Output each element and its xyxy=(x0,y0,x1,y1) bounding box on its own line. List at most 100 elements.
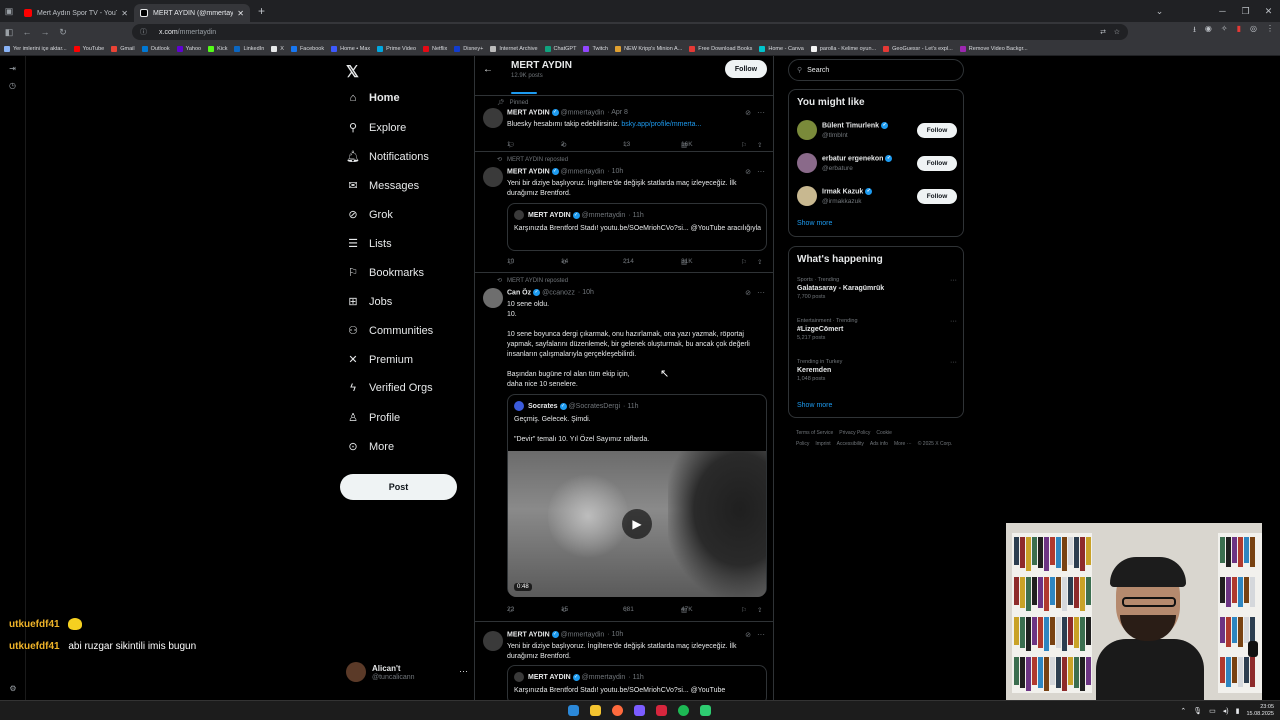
nav-item-lists[interactable]: ☰ Lists xyxy=(346,237,392,251)
more-dots-icon[interactable]: ··· xyxy=(459,666,468,676)
extension-icon[interactable]: ▮ xyxy=(1237,24,1241,38)
account-switcher[interactable]: Alican't @tuncalicann ··· xyxy=(346,662,468,682)
network-icon[interactable]: ▭ xyxy=(1209,707,1216,715)
app-icon[interactable] xyxy=(700,705,711,716)
grok-icon[interactable]: ⊘ xyxy=(745,289,751,297)
bookmark-item[interactable]: GeoGuessr - Let's expl... xyxy=(883,45,953,52)
follow-button[interactable]: Follow xyxy=(917,156,957,171)
bookmark-star-icon[interactable]: ☆ xyxy=(1114,28,1120,36)
more-dots-icon[interactable]: ··· xyxy=(757,630,765,639)
avatar[interactable] xyxy=(483,108,503,128)
nav-item-jobs[interactable]: ⊞ Jobs xyxy=(346,295,392,309)
show-more-link[interactable]: Show more xyxy=(797,220,832,227)
bookmark-item[interactable]: Disney+ xyxy=(454,45,483,52)
app-icon[interactable] xyxy=(656,705,667,716)
bookmark-item[interactable]: Gmail xyxy=(111,45,135,52)
quoted-tweet[interactable]: MERT AYDIN ✓ @mmertaydin · 11h Karşınızda Br… xyxy=(507,203,767,251)
author-handle[interactable]: @ccanozz xyxy=(542,289,575,296)
extensions-icon[interactable]: ✧ xyxy=(1221,24,1228,38)
sidebar-expand-icon[interactable]: ⇥ xyxy=(0,64,25,73)
new-tab-button[interactable]: + xyxy=(258,4,265,18)
bookmark-item[interactable]: NEW Kripp's Minion A... xyxy=(615,45,682,52)
translate-icon[interactable]: ⇄ xyxy=(1100,28,1106,36)
author-handle[interactable]: @mmertaydin xyxy=(561,168,605,175)
show-more-link[interactable]: Show more xyxy=(797,402,832,409)
chevron-up-icon[interactable]: ⌃ xyxy=(1180,707,1186,715)
clock[interactable]: 23:05 15.08.2025 xyxy=(1246,704,1274,718)
bookmark-item[interactable]: Remove Video Backgr... xyxy=(959,45,1028,52)
site-info-icon[interactable]: ⓘ xyxy=(140,27,147,37)
author-name[interactable]: MERT AYDIN xyxy=(507,631,550,638)
nav-item-verified-orgs[interactable]: ϟ Verified Orgs xyxy=(346,382,433,394)
menu-icon[interactable]: ⋮ xyxy=(1266,24,1274,38)
bookmark-item[interactable]: Netflix xyxy=(423,45,447,52)
bookmark-item[interactable]: Internet Archive xyxy=(490,45,538,52)
nav-item-bookmarks[interactable]: ⚐ Bookmarks xyxy=(346,266,424,280)
nav-item-explore[interactable]: ⚲ Explore xyxy=(346,121,406,135)
more-dots-icon[interactable]: ··· xyxy=(950,359,957,366)
nav-item-grok[interactable]: ⊘ Grok xyxy=(346,208,392,222)
download-icon[interactable]: ⭳ xyxy=(1193,24,1196,38)
author-name[interactable]: MERT AYDIN xyxy=(507,168,550,175)
footer-link[interactable]: Accessibility xyxy=(837,441,864,447)
follow-button[interactable]: Follow xyxy=(917,189,957,204)
nav-item-more[interactable]: ⊙ More xyxy=(346,440,394,454)
video-player[interactable]: ▶ 0:48 xyxy=(508,451,766,597)
back-arrow-icon[interactable]: ← xyxy=(483,64,493,75)
more-dots-icon[interactable]: ··· xyxy=(757,108,765,117)
x-logo-icon[interactable]: 𝕏 xyxy=(346,62,359,82)
tab-actions-icon[interactable]: ▣ xyxy=(0,6,18,17)
bookmark-item[interactable]: Outlook xyxy=(141,45,170,52)
author-name[interactable]: Can Öz xyxy=(507,289,531,296)
footer-link[interactable]: Imprint xyxy=(815,441,830,447)
bookmark-icon[interactable]: ⚐ xyxy=(741,606,747,614)
nav-item-notifications[interactable]: 🔔︎ Notifications xyxy=(346,150,429,164)
more-dots-icon[interactable]: ··· xyxy=(757,288,765,297)
nav-item-profile[interactable]: ♙ Profile xyxy=(346,411,400,425)
vpn-icon[interactable]: ◉ xyxy=(1205,24,1212,38)
follow-button[interactable]: Follow xyxy=(725,60,767,78)
mic-icon[interactable]: 🎙︎ xyxy=(1193,707,1202,715)
tab-youtube[interactable]: Mert Aydın Spor TV - YouTube ✕ xyxy=(18,4,134,22)
bookmark-item[interactable]: YouTube xyxy=(73,45,104,52)
avatar[interactable] xyxy=(483,288,503,308)
more-dots-icon[interactable]: ··· xyxy=(757,167,765,176)
reload-icon[interactable]: ↻ xyxy=(54,27,72,38)
settings-gear-icon[interactable]: ⚙ xyxy=(0,684,26,693)
quoted-tweet[interactable]: Socrates ✓ @SocratesDergi · 11h Geçmiş. Gele… xyxy=(507,394,767,597)
maximize-icon[interactable]: ❐ xyxy=(1234,6,1257,17)
bookmark-item[interactable]: Home - Canva xyxy=(759,45,804,52)
search-input[interactable]: ⚲ Search xyxy=(788,59,964,81)
history-icon[interactable]: ◷ xyxy=(0,81,25,90)
bookmark-icon[interactable]: ⚐ xyxy=(741,258,747,266)
file-explorer-icon[interactable] xyxy=(590,705,601,716)
share-icon[interactable]: ⇪ xyxy=(757,606,762,614)
suggested-user[interactable]: Bülent Timurlenk ✓ @tlmblnt Follow xyxy=(797,120,957,142)
bookmark-icon[interactable]: ⚐ xyxy=(741,141,747,149)
close-window-icon[interactable]: ✕ xyxy=(1257,6,1280,17)
bookmark-item[interactable]: Yahoo xyxy=(176,45,201,52)
close-tab-icon[interactable]: ✕ xyxy=(121,9,128,18)
follow-button[interactable]: Follow xyxy=(917,123,957,138)
tab-search-icon[interactable]: ⌄ xyxy=(1148,6,1171,17)
tweet-time[interactable]: · 10h xyxy=(607,168,623,175)
bookmark-item[interactable]: Free Download Books xyxy=(689,45,752,52)
sidebar-toggle-icon[interactable]: ◧ xyxy=(0,27,18,38)
profile-icon[interactable]: ◎ xyxy=(1250,24,1257,38)
more-dots-icon[interactable]: ··· xyxy=(950,277,957,284)
brave-browser-icon[interactable] xyxy=(612,705,623,716)
bookmark-item[interactable]: Kick xyxy=(208,45,227,52)
nav-item-communities[interactable]: ⚇ Communities xyxy=(346,324,433,338)
suggested-user[interactable]: erbatur ergenekon ✓ @erbature Follow xyxy=(797,153,957,175)
tweet-link[interactable]: bsky.app/profile/mmerta... xyxy=(621,121,701,128)
trend-item[interactable]: Trending in Turkey Keremden 1,048 posts ··· xyxy=(797,359,957,382)
tweet-time[interactable]: · 10h xyxy=(607,631,623,638)
nav-item-premium[interactable]: ✕ Premium xyxy=(346,353,413,367)
author-handle[interactable]: @mmertaydin xyxy=(561,109,605,116)
spotify-icon[interactable] xyxy=(678,705,689,716)
tweet[interactable]: ⟲ MERT AYDIN reposted Can Öz ✓ @ccanozz · 10h… xyxy=(475,274,773,622)
share-icon[interactable]: ⇪ xyxy=(757,258,762,266)
tweet[interactable]: MERT AYDIN ✓ @mmertaydin · 10h ⊘ ··· Yeni bir … xyxy=(475,623,773,700)
bookmark-item[interactable]: Twitch xyxy=(583,45,608,52)
tweet-time[interactable]: · Apr 8 xyxy=(607,109,628,116)
